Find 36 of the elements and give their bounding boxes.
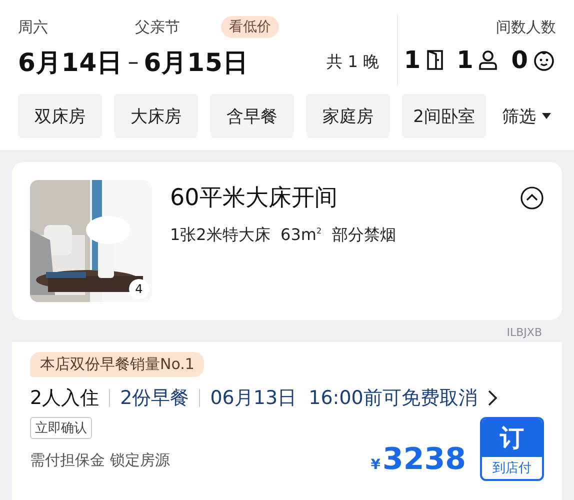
room-name: 60平米大床开间 xyxy=(170,184,338,213)
children-count[interactable]: 0 xyxy=(511,46,528,74)
cancellation-text[interactable]: 06月13日 16:00前可免费取消 xyxy=(210,385,478,411)
chevron-right-icon[interactable] xyxy=(487,389,500,407)
date-separator: – xyxy=(128,50,139,75)
door-icon xyxy=(424,49,445,71)
filter-button[interactable]: 筛选 xyxy=(502,104,551,128)
nights-count: 共 1 晚 xyxy=(326,52,379,73)
confirm-tag: 立即确认 xyxy=(30,417,92,439)
breakfast-text: 2份早餐 xyxy=(120,386,190,411)
filter-chip[interactable]: 双床房 xyxy=(18,94,102,138)
sales-badge: 本店双份早餐销量No.1 xyxy=(30,352,204,377)
collapse-icon[interactable] xyxy=(520,186,544,210)
occupancy-text: 2人入住 xyxy=(30,386,100,411)
adults-count[interactable]: 1 xyxy=(456,46,474,74)
offer-card[interactable]: 本店双份早餐销量No.1 2人入住 2份早餐 06月13日 16:00前可免费取消 立即确认 需付担保金 锁定房源 ¥3238 订 到店付 xyxy=(12,342,562,500)
filter-chip[interactable]: 家庭房 xyxy=(306,94,390,138)
room-code: ILBJXB xyxy=(506,325,543,338)
caret-icon xyxy=(542,113,551,119)
book-button[interactable]: 订 到店付 xyxy=(480,417,544,481)
weekday-label: 周六 xyxy=(18,18,49,36)
rooms-count[interactable]: 1 xyxy=(404,46,421,74)
guests-label: 间数人数 xyxy=(496,16,556,38)
baby-face-icon xyxy=(532,48,556,72)
filter-chip[interactable]: 大床房 xyxy=(114,94,198,138)
checkin-date[interactable]: 6月14日 xyxy=(18,46,123,79)
checkout-date[interactable]: 6月15日 xyxy=(144,46,248,79)
deposit-note: 需付担保金 锁定房源 xyxy=(30,451,170,470)
filter-chip[interactable]: 含早餐 xyxy=(210,94,294,138)
filter-chip[interactable]: 2间卧室 xyxy=(402,94,486,138)
price: ¥3238 xyxy=(370,442,466,477)
person-icon xyxy=(477,49,500,71)
room-card[interactable]: 4 60平米大床开间 1张2米特大床 63m$^{2}$ 部分禁烟 xyxy=(12,162,562,320)
price-badge[interactable]: 看低价 xyxy=(221,16,279,38)
room-details: 1张2米特大床 63m$^{2}$ 部分禁烟 xyxy=(170,225,397,246)
holiday-label: 父亲节 xyxy=(135,18,181,36)
